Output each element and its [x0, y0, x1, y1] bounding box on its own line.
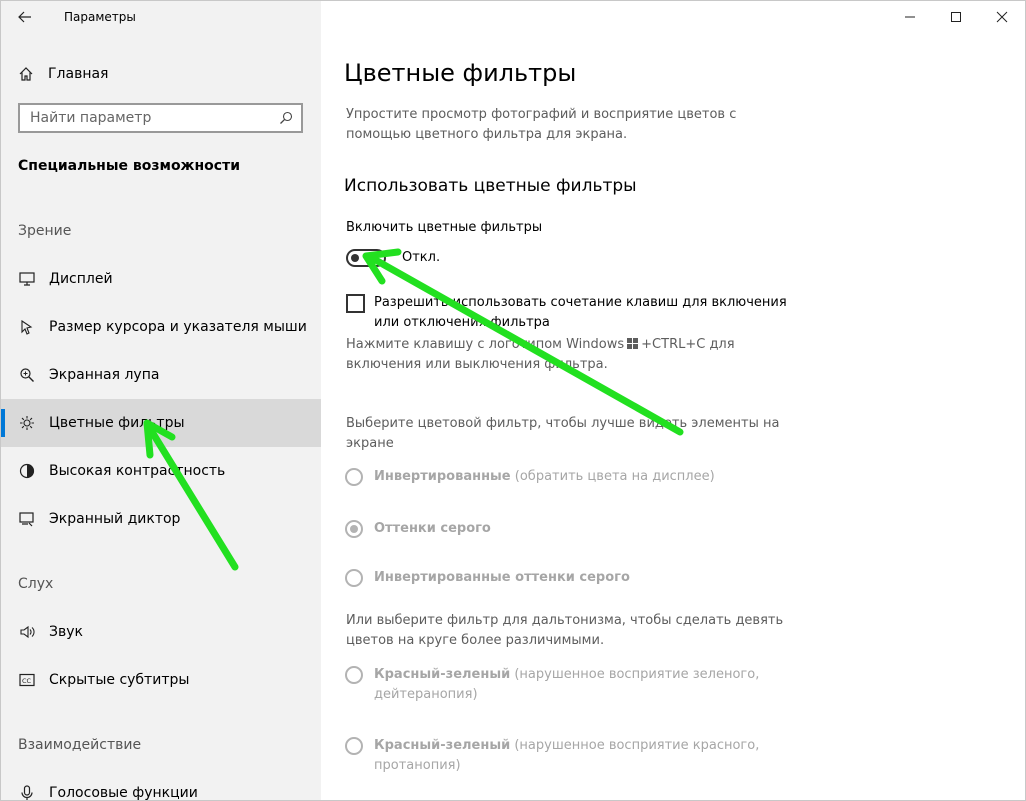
cursor-icon	[18, 318, 36, 336]
microphone-icon	[18, 784, 36, 800]
section-subtitle: Использовать цветные фильтры	[344, 176, 637, 196]
sidebar-item-label: Дисплей	[49, 271, 113, 287]
filter-option-protanopia[interactable]: Красный-зеленый (нарушенное восприятие к…	[345, 737, 774, 776]
section-title: Специальные возможности	[18, 158, 241, 174]
color-filter-toggle[interactable]	[346, 249, 386, 267]
home-link[interactable]: Главная	[18, 63, 108, 85]
back-button[interactable]	[11, 5, 39, 29]
captions-icon: CC	[18, 671, 36, 689]
filter-option-label: Инвертированные оттенки серого	[374, 570, 630, 585]
back-arrow-icon	[18, 11, 31, 23]
filter-option-inverted[interactable]: Инвертированные (обратить цвета на диспл…	[345, 468, 774, 487]
page-description: Упростите просмотр фотографий и восприят…	[346, 107, 737, 142]
sidebar-item-color-filters[interactable]: Цветные фильтры	[1, 399, 321, 447]
windows-logo-icon	[627, 338, 639, 349]
radio-button[interactable]	[345, 666, 363, 684]
filter-option-label: Красный-зеленый (нарушенное восприятие к…	[374, 738, 760, 773]
sidebar-item-narrator[interactable]: Экранный диктор	[1, 495, 321, 543]
sidebar-item-label: Скрытые субтитры	[49, 672, 190, 688]
sidebar-item-sound[interactable]: Звук	[1, 608, 321, 656]
radio-button-selected[interactable]	[345, 520, 363, 538]
toggle-label: Включить цветные фильтры	[346, 220, 543, 235]
filter-option-label: Инвертированные (обратить цвета на диспл…	[374, 469, 715, 484]
home-label: Главная	[48, 66, 109, 82]
contrast-icon	[18, 462, 36, 480]
sidebar-item-label: Высокая контрастность	[49, 463, 226, 479]
sidebar-item-magnifier[interactable]: Экранная лупа	[1, 351, 321, 399]
shortcut-checkbox-label[interactable]: Разрешить использовать сочетание клавиш …	[374, 293, 804, 333]
toggle-state: Откл.	[402, 250, 441, 265]
svg-text:CC: CC	[22, 677, 32, 685]
sidebar-item-display[interactable]: Дисплей	[1, 255, 321, 303]
sidebar-item-captions[interactable]: CC Скрытые субтитры	[1, 656, 321, 704]
narrator-icon	[18, 510, 36, 528]
filter-option-inverted-grayscale[interactable]: Инвертированные оттенки серого	[345, 569, 774, 588]
sidebar-item-cursor-size[interactable]: Размер курсора и указателя мыши	[1, 303, 321, 351]
sidebar-item-label: Цветные фильтры	[49, 415, 185, 431]
filter-option-deuteranopia[interactable]: Красный-зеленый (нарушенное восприятие з…	[345, 666, 774, 705]
app-title: Параметры	[64, 10, 136, 24]
sidebar-item-speech[interactable]: Голосовые функции	[1, 769, 321, 801]
home-icon	[19, 67, 33, 81]
radio-button[interactable]	[345, 569, 363, 587]
settings-window: Параметры Главная Специальные возможност…	[0, 0, 1026, 801]
radio-button[interactable]	[345, 468, 363, 486]
magnifier-icon	[18, 366, 36, 384]
filter-option-grayscale[interactable]: Оттенки серого	[345, 520, 774, 539]
search-box	[18, 103, 303, 133]
sidebar-item-high-contrast[interactable]: Высокая контрастность	[1, 447, 321, 495]
speaker-icon	[18, 623, 36, 641]
filter-option-label: Красный-зеленый (нарушенное восприятие з…	[374, 667, 760, 702]
sidebar-item-label: Звук	[49, 624, 83, 640]
sidebar: Параметры Главная Специальные возможност…	[1, 1, 321, 800]
sidebar-item-label: Экранная лупа	[49, 367, 160, 383]
sidebar-item-label: Голосовые функции	[49, 785, 198, 801]
sidebar-item-label: Экранный диктор	[49, 511, 181, 527]
display-icon	[18, 270, 36, 288]
page-title: Цветные фильтры	[344, 59, 577, 87]
sidebar-item-label: Размер курсора и указателя мыши	[49, 319, 307, 335]
search-icon[interactable]	[279, 111, 293, 125]
toggle-knob	[351, 254, 359, 262]
choose-filter-text: Выберите цветовой фильтр, чтобы лучше ви…	[346, 416, 780, 451]
group-label-vision: Зрение	[18, 223, 72, 239]
colorblind-text: Или выберите фильтр для дальтонизма, что…	[346, 613, 784, 648]
radio-button[interactable]	[345, 737, 363, 755]
group-label-hearing: Слух	[18, 576, 54, 592]
hint-text-before: Нажмите клавишу с логотипом Windows	[346, 337, 625, 352]
main-content: Цветные фильтры Упростите просмотр фотог…	[321, 1, 1025, 800]
shortcut-hint: Нажмите клавишу с логотипом Windows +CTRL…	[346, 335, 776, 375]
search-input[interactable]	[30, 110, 260, 126]
filter-option-label: Оттенки серого	[374, 521, 491, 536]
shortcut-checkbox[interactable]	[346, 294, 365, 313]
brightness-icon	[18, 414, 36, 432]
group-label-interaction: Взаимодействие	[18, 737, 142, 753]
